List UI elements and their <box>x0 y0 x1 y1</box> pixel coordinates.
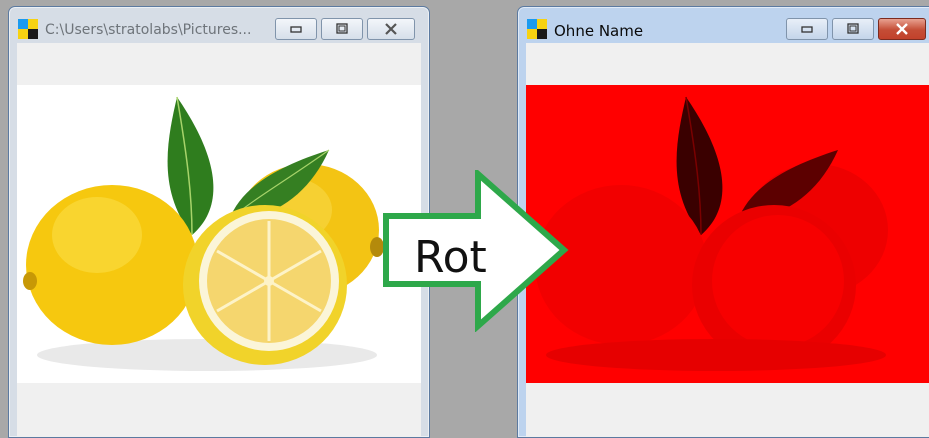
close-icon <box>896 23 908 35</box>
minimize-icon <box>801 26 813 33</box>
maximize-button[interactable] <box>321 18 363 40</box>
minimize-icon <box>290 26 302 33</box>
close-icon <box>385 23 397 35</box>
title-bar[interactable]: C:\Users\stratolabs\Pictures... <box>9 7 429 43</box>
window-title: C:\Users\stratolabs\Pictures... <box>45 22 252 38</box>
window-title: Ohne Name <box>554 22 644 40</box>
source-image-window: C:\Users\stratolabs\Pictures... <box>8 6 430 438</box>
minimize-button[interactable] <box>786 18 828 40</box>
minimize-button[interactable] <box>275 18 317 40</box>
maximize-icon <box>847 23 859 34</box>
title-bar[interactable]: Ohne Name <box>518 7 929 43</box>
window-client-area <box>526 43 929 437</box>
close-button[interactable] <box>878 18 926 40</box>
maximize-icon <box>336 23 348 34</box>
close-button[interactable] <box>367 18 415 40</box>
red-channel-image <box>526 85 929 383</box>
arrow-label: Rot <box>414 232 487 283</box>
lemon-image <box>17 85 421 383</box>
maximize-button[interactable] <box>832 18 874 40</box>
app-window-icon <box>527 19 547 39</box>
result-image-window: Ohne Name <box>517 6 929 438</box>
window-client-area <box>17 43 421 437</box>
app-window-icon <box>18 19 38 39</box>
